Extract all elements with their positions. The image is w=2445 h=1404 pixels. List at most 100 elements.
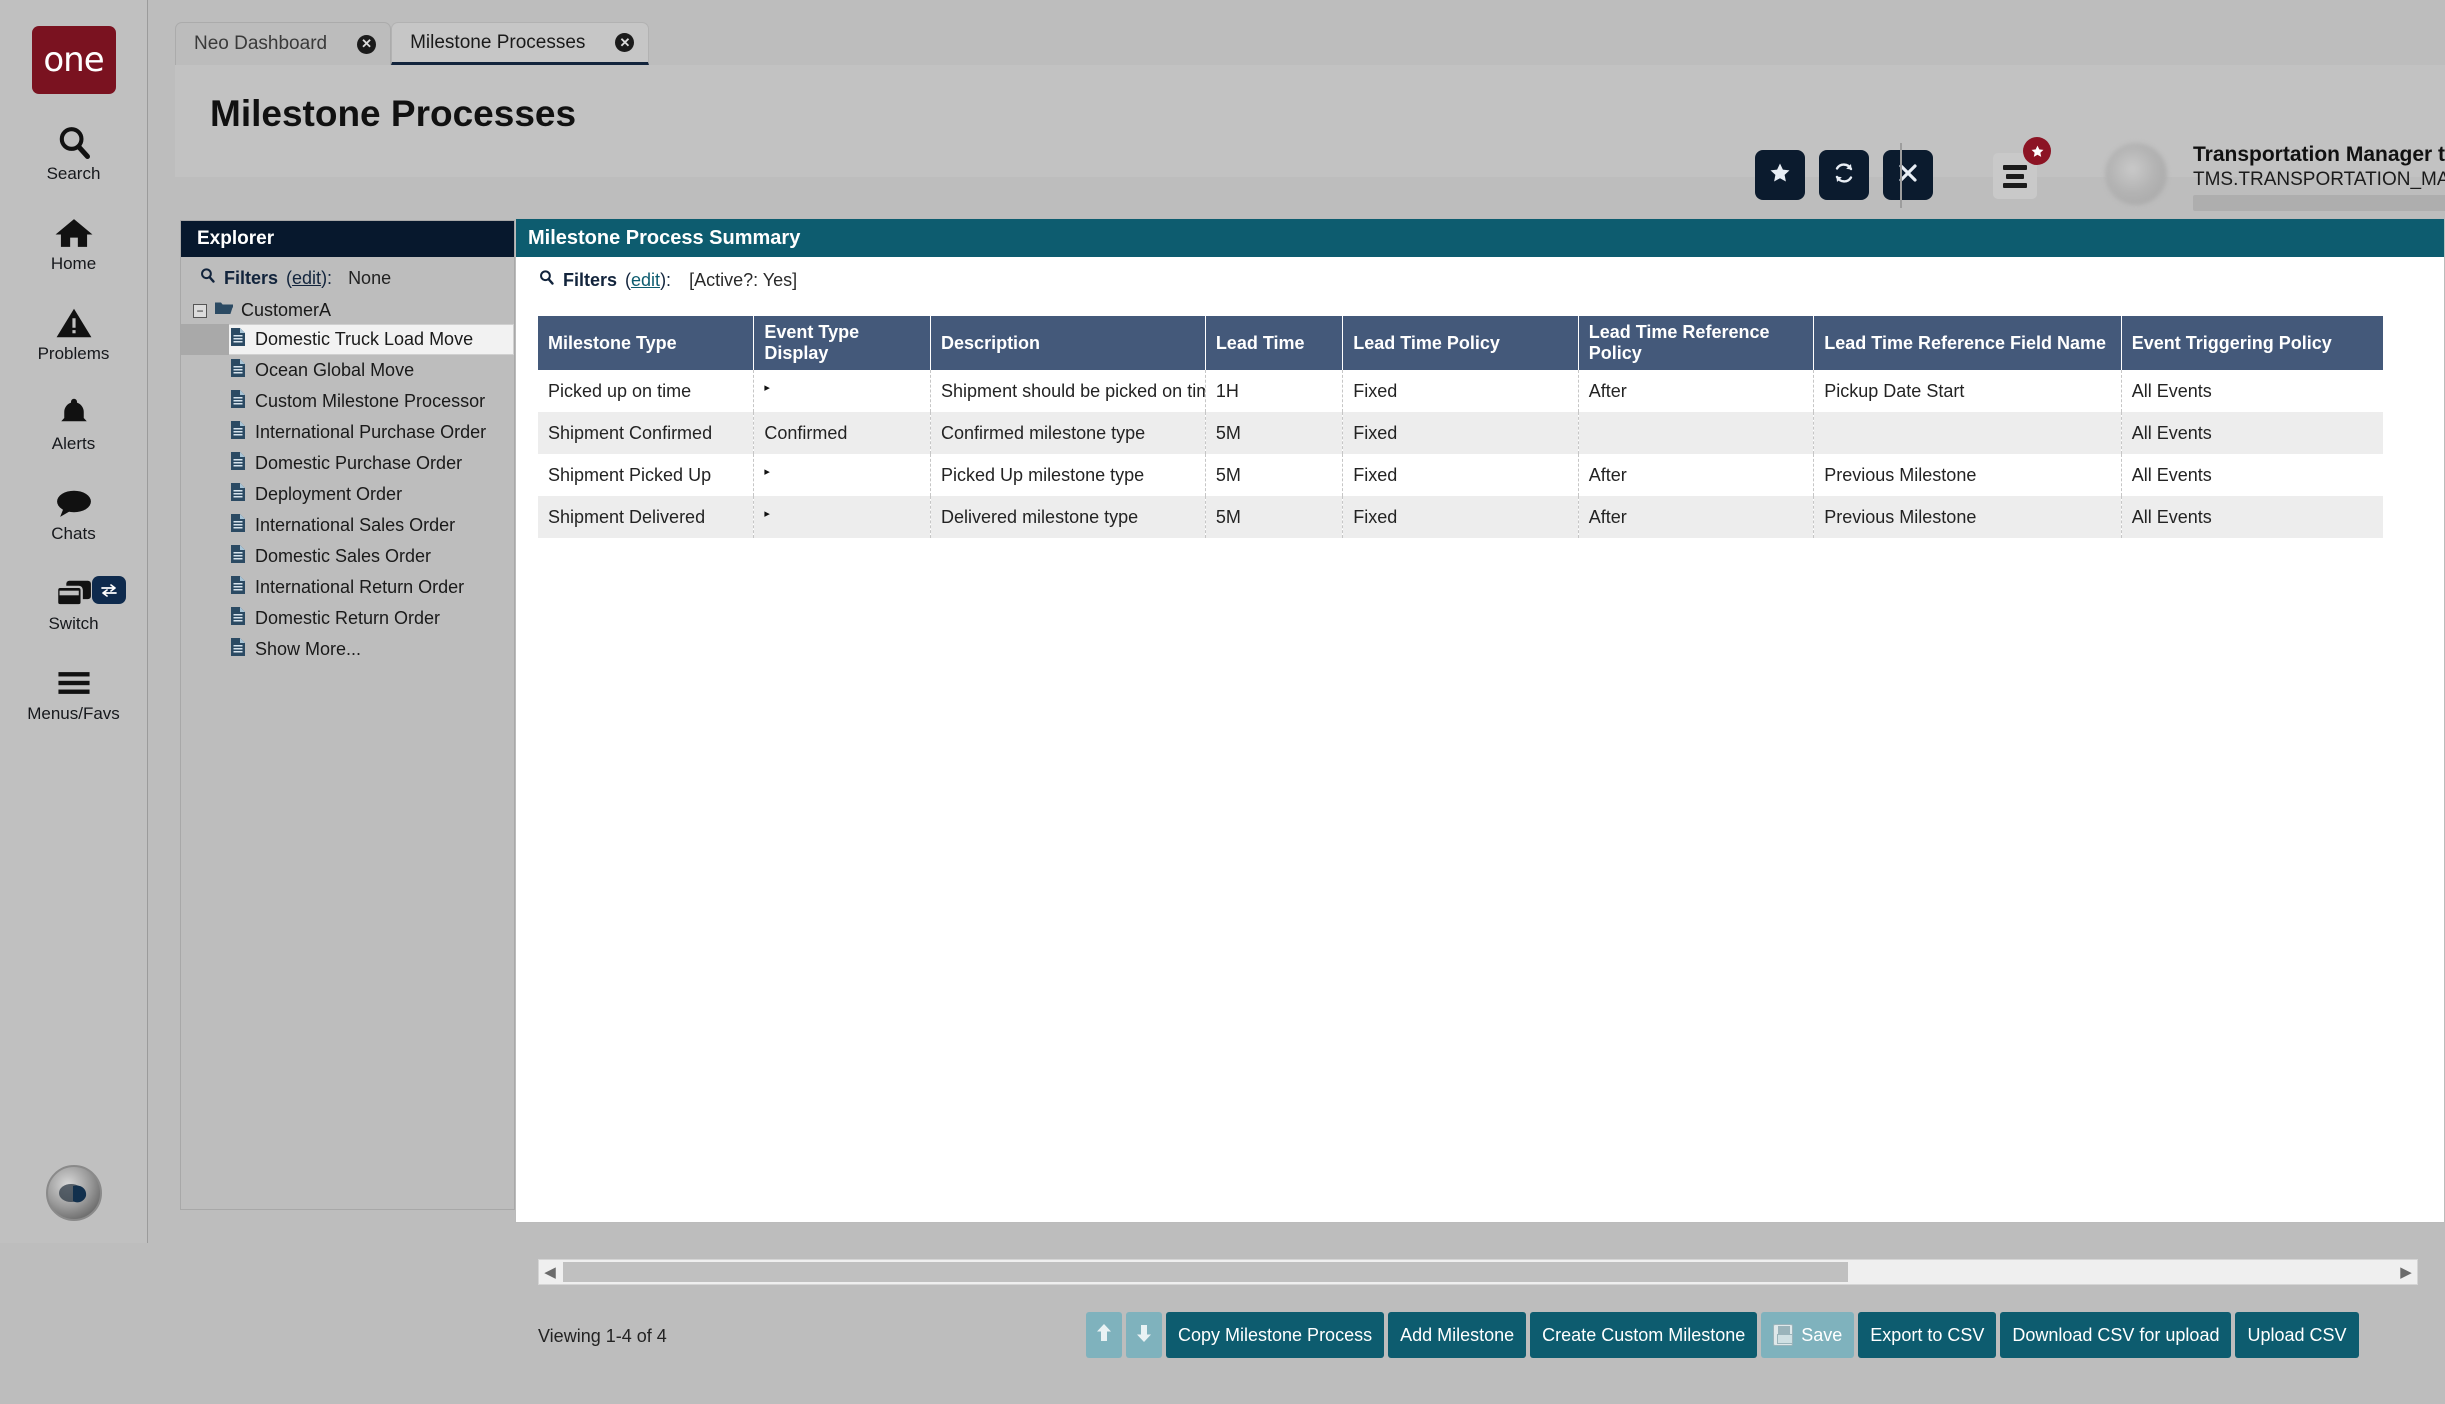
close-icon[interactable]: ✕ (357, 34, 377, 54)
export-to-csv-button[interactable]: Export to CSV (1858, 1312, 1997, 1358)
header-menu-button[interactable] (1993, 137, 2051, 199)
sidebar-item-menus-favs[interactable]: Menus/Favs (0, 664, 148, 724)
footer-action-buttons: Copy Milestone Process Add Milestone Cre… (1086, 1312, 2359, 1358)
cell-lead-time-reference-policy: After (1578, 496, 1815, 538)
sidebar-label-problems: Problems (37, 344, 110, 363)
cell-milestone-type[interactable]: Shipment Confirmed (538, 412, 755, 454)
scroll-left-arrow-icon[interactable]: ◀ (539, 1263, 561, 1281)
tree-item[interactable]: Show More... (181, 634, 514, 665)
page-header: Milestone Processes Transportation Manag… (175, 65, 2445, 211)
star-icon (1768, 161, 1792, 190)
move-down-button[interactable] (1126, 1312, 1162, 1358)
record-count-label: Viewing 1-4 of 4 (538, 1326, 667, 1346)
tree-root-customera[interactable]: − CustomerA (181, 297, 514, 324)
search-icon (199, 267, 216, 289)
rail-user-avatar[interactable] (45, 1165, 102, 1221)
page-title: Milestone Processes (210, 93, 577, 134)
cell-lead-time-reference-field-name: Pickup Date Start (1813, 370, 2122, 412)
bell-icon (56, 394, 92, 432)
cell-milestone-type[interactable]: Picked up on time (538, 370, 755, 412)
tree-item-label: Deployment Order (255, 484, 403, 504)
browser-tab-strip: Neo Dashboard ✕ Milestone Processes ✕ (175, 22, 650, 65)
sidebar-label-menus-favs: Menus/Favs (27, 704, 120, 723)
cell-milestone-type[interactable]: Shipment Picked Up (538, 454, 755, 496)
table-column-header[interactable]: Lead Time Policy (1342, 316, 1579, 370)
save-button[interactable]: Save (1761, 1312, 1855, 1358)
table-filters: Filters (edit): [Active?: Yes] (516, 257, 2444, 301)
scroll-right-arrow-icon[interactable]: ▶ (2395, 1263, 2417, 1281)
horizontal-scrollbar[interactable]: ◀ ▶ (538, 1259, 2418, 1285)
table-row[interactable]: Shipment Confirmed Confirmed Confirmed mil… (538, 412, 2383, 454)
sidebar-item-alerts[interactable]: Alerts (0, 394, 148, 454)
swap-arrows-icon[interactable] (91, 576, 126, 604)
document-icon (229, 606, 247, 631)
copy-milestone-process-button[interactable]: Copy Milestone Process (1166, 1312, 1385, 1358)
tree-item[interactable]: International Return Order (181, 572, 514, 603)
table-filters-edit-link[interactable]: edit (631, 270, 660, 290)
app-logo[interactable]: one (31, 26, 116, 94)
close-icon[interactable]: ✕ (615, 33, 635, 52)
tree-collapse-toggle[interactable]: − (193, 303, 207, 318)
cell-lead-time-reference-policy: After (1578, 454, 1815, 496)
explorer-filters-value: None (348, 267, 392, 288)
explorer-filters-edit-link[interactable]: edit (292, 268, 321, 288)
table-row[interactable]: Shipment Delivered ▸ Delivered milestone t… (538, 496, 2383, 538)
table-filters-value: [Active?: Yes] (689, 269, 798, 290)
sidebar-item-switch[interactable]: Switch (0, 574, 148, 634)
refresh-button[interactable] (1819, 150, 1869, 200)
cell-milestone-type[interactable]: Shipment Delivered (538, 496, 755, 538)
move-up-button[interactable] (1086, 1312, 1122, 1358)
tab-milestone-processes[interactable]: Milestone Processes ✕ (391, 22, 650, 65)
table-column-header[interactable]: Lead Time Reference Field Name (1813, 316, 2122, 370)
sidebar-item-problems[interactable]: Problems (0, 304, 148, 364)
data-grid-viewport: Milestone Type Event Type Display Descript… (538, 316, 2383, 538)
tree-item[interactable]: Domestic Sales Order (181, 541, 514, 572)
tree-item-label: International Return Order (255, 577, 465, 597)
tree-item[interactable]: Domestic Truck Load Move (181, 324, 514, 355)
close-button[interactable] (1883, 150, 1933, 200)
upload-csv-button[interactable]: Upload CSV (2235, 1312, 2359, 1358)
scrollbar-track[interactable] (561, 1261, 2395, 1283)
document-icon (229, 637, 247, 662)
table-row[interactable]: Picked up on time ▸ Shipment should be pic… (538, 370, 2383, 412)
tree-item-label: Domestic Return Order (255, 608, 441, 628)
tree-item[interactable]: Domestic Return Order (181, 603, 514, 634)
scrollbar-thumb[interactable] (563, 1262, 1848, 1282)
create-custom-milestone-button[interactable]: Create Custom Milestone (1530, 1312, 1758, 1358)
expand-triangle-icon[interactable]: ▸ (764, 382, 770, 394)
sidebar-label-home: Home (50, 254, 97, 273)
cell-lead-time-reference-policy: After (1578, 370, 1815, 412)
tree-item[interactable]: Deployment Order (181, 479, 514, 510)
document-icon (229, 358, 247, 383)
cell-lead-time-reference-field-name: Previous Milestone (1813, 496, 2122, 538)
favorite-button[interactable] (1755, 150, 1805, 200)
table-column-header[interactable]: Event Triggering Policy (2121, 316, 2383, 370)
tree-root-label: CustomerA (241, 300, 332, 320)
download-csv-for-upload-button[interactable]: Download CSV for upload (2000, 1312, 2232, 1358)
table-column-header[interactable]: Description (930, 316, 1206, 370)
tab-neo-dashboard[interactable]: Neo Dashboard ✕ (175, 22, 392, 65)
cell-event-triggering-policy: All Events (2131, 464, 2212, 485)
add-milestone-button[interactable]: Add Milestone (1388, 1312, 1527, 1358)
sidebar-label-switch: Switch (48, 614, 99, 633)
table-column-header[interactable]: Event Type Display (753, 316, 932, 370)
sidebar-item-home[interactable]: Home (0, 214, 148, 274)
table-column-header[interactable]: Milestone Type (538, 316, 755, 370)
table-column-header[interactable]: Lead Time Reference Policy (1578, 316, 1815, 370)
table-column-header[interactable]: Lead Time (1205, 316, 1344, 370)
tree-item[interactable]: Domestic Purchase Order (181, 448, 514, 479)
sidebar-item-chats[interactable]: Chats (0, 484, 148, 544)
expand-triangle-icon[interactable]: ▸ (764, 508, 770, 520)
cell-description: Delivered milestone type (930, 496, 1206, 538)
expand-triangle-icon[interactable]: ▸ (764, 466, 770, 478)
tree-item[interactable]: Custom Milestone Processor (181, 386, 514, 417)
refresh-icon (1832, 161, 1856, 190)
table-row[interactable]: Shipment Picked Up ▸ Picked Up milestone t… (538, 454, 2383, 496)
tree-item[interactable]: International Purchase Order (181, 417, 514, 448)
tree-item[interactable]: International Sales Order (181, 510, 514, 541)
user-avatar[interactable] (2105, 143, 2167, 205)
sidebar-item-search[interactable]: Search (0, 124, 148, 184)
tree-item[interactable]: Ocean Global Move (181, 355, 514, 386)
favorites-badge-star-icon (2023, 137, 2051, 165)
tree-item-label: International Sales Order (255, 515, 456, 535)
